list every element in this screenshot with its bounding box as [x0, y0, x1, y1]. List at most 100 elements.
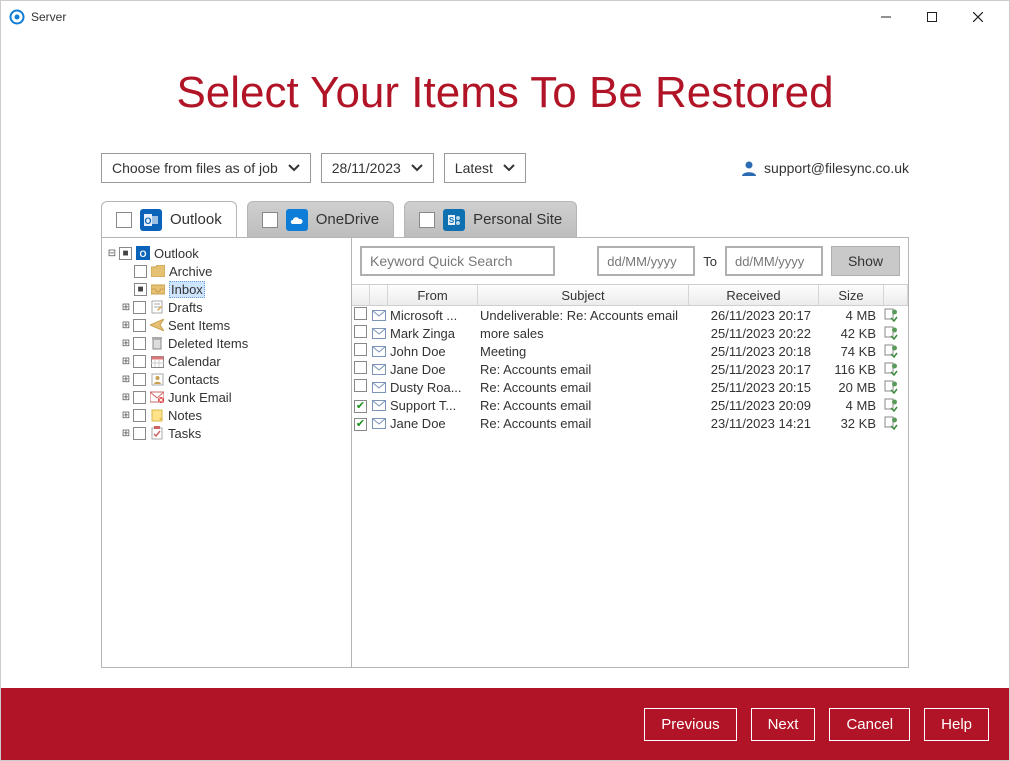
tree-root-outlook[interactable]: ⊟ ■ O Outlook: [106, 244, 347, 262]
tree-root-label: Outlook: [154, 246, 199, 261]
next-button[interactable]: Next: [751, 708, 816, 741]
row-checkbox[interactable]: [354, 307, 367, 320]
table-row[interactable]: Dusty Roa...Re: Accounts email25/11/2023…: [352, 378, 908, 396]
tree-checkbox[interactable]: [133, 427, 146, 440]
tree-item-label: Deleted Items: [168, 336, 248, 351]
tree-checkbox[interactable]: [133, 301, 146, 314]
row-checkbox[interactable]: [354, 379, 367, 392]
version-selector[interactable]: Latest: [444, 153, 526, 183]
tree-item-label: Notes: [168, 408, 202, 423]
tree-item-junk[interactable]: ⊞ Junk Email: [106, 388, 347, 406]
col-from[interactable]: From: [388, 285, 478, 305]
drafts-icon: [149, 299, 165, 315]
date-selector[interactable]: 28/11/2023: [321, 153, 434, 183]
tree-item-tasks[interactable]: ⊞ Tasks: [106, 424, 347, 442]
keyword-search-input[interactable]: Keyword Quick Search: [360, 246, 555, 276]
tree-item-label: Contacts: [168, 372, 219, 387]
tree-checkbox[interactable]: [133, 409, 146, 422]
col-received[interactable]: Received: [689, 285, 819, 305]
close-button[interactable]: [955, 1, 1001, 33]
table-row[interactable]: John DoeMeeting25/11/2023 20:1874 KB: [352, 342, 908, 360]
job-selector[interactable]: Choose from files as of job: [101, 153, 311, 183]
cell-from: John Doe: [388, 344, 478, 359]
tree-checkbox[interactable]: ■: [134, 283, 147, 296]
cell-size: 32 KB: [817, 416, 882, 431]
tree-checkbox[interactable]: [133, 337, 146, 350]
folder-tree[interactable]: ⊟ ■ O Outlook Archive ■ Inbox ⊞: [102, 238, 352, 667]
row-checkbox[interactable]: ✔: [354, 418, 367, 431]
tab-onedrive-checkbox[interactable]: [262, 212, 278, 228]
date-from-input[interactable]: dd/MM/yyyy: [597, 246, 695, 276]
minimize-button[interactable]: [863, 1, 909, 33]
row-checkbox[interactable]: [354, 325, 367, 338]
table-row[interactable]: Jane DoeRe: Accounts email25/11/2023 20:…: [352, 360, 908, 378]
row-checkbox[interactable]: [354, 343, 367, 356]
mail-icon: [372, 382, 386, 393]
tree-item-drafts[interactable]: ⊞ Drafts: [106, 298, 347, 316]
cell-subject: Re: Accounts email: [478, 416, 687, 431]
tree-checkbox[interactable]: [133, 373, 146, 386]
table-row[interactable]: ✔Support T...Re: Accounts email25/11/202…: [352, 396, 908, 414]
tree-checkbox[interactable]: [133, 391, 146, 404]
row-checkbox[interactable]: ✔: [354, 400, 367, 413]
tab-personal-site[interactable]: S Personal Site: [404, 201, 577, 237]
expand-icon[interactable]: ⊞: [120, 410, 132, 421]
restore-icon[interactable]: [884, 326, 904, 340]
expand-icon[interactable]: ⊞: [120, 320, 132, 331]
tree-checkbox[interactable]: [133, 319, 146, 332]
expand-icon[interactable]: ⊞: [120, 428, 132, 439]
expand-icon[interactable]: ⊞: [120, 374, 132, 385]
table-row[interactable]: ✔Jane DoeRe: Accounts email23/11/2023 14…: [352, 414, 908, 432]
maximize-button[interactable]: [909, 1, 955, 33]
tree-item-label: Tasks: [168, 426, 201, 441]
tree-item-archive[interactable]: Archive: [106, 262, 347, 280]
inbox-icon: [150, 281, 166, 297]
expand-icon[interactable]: ⊞: [120, 338, 132, 349]
tree-item-contacts[interactable]: ⊞ Contacts: [106, 370, 347, 388]
svg-text:S: S: [449, 216, 455, 225]
tree-checkbox[interactable]: [134, 265, 147, 278]
onedrive-icon: [286, 209, 308, 231]
tree-checkbox[interactable]: [133, 355, 146, 368]
cell-from: Support T...: [388, 398, 478, 413]
collapse-icon[interactable]: ⊟: [106, 248, 118, 259]
tab-personalsite-checkbox[interactable]: [419, 212, 435, 228]
tree-item-calendar[interactable]: ⊞ Calendar: [106, 352, 347, 370]
expand-icon[interactable]: ⊞: [120, 356, 132, 367]
expand-icon[interactable]: ⊞: [120, 302, 132, 313]
restore-icon[interactable]: [884, 380, 904, 394]
show-button[interactable]: Show: [831, 246, 900, 276]
row-checkbox[interactable]: [354, 361, 367, 374]
expand-icon[interactable]: ⊞: [120, 392, 132, 403]
cell-size: 4 MB: [817, 308, 882, 323]
tab-outlook-checkbox[interactable]: [116, 212, 132, 228]
tab-outlook[interactable]: O Outlook: [101, 201, 237, 237]
cell-size: 116 KB: [817, 362, 882, 377]
contacts-icon: [149, 371, 165, 387]
previous-button[interactable]: Previous: [644, 708, 736, 741]
table-row[interactable]: Mark Zingamore sales25/11/2023 20:2242 K…: [352, 324, 908, 342]
date-selector-label: 28/11/2023: [332, 160, 401, 176]
tab-onedrive[interactable]: OneDrive: [247, 201, 394, 237]
cancel-button[interactable]: Cancel: [829, 708, 910, 741]
tree-item-inbox[interactable]: ■ Inbox: [106, 280, 347, 298]
table-row[interactable]: Microsoft ...Undeliverable: Re: Accounts…: [352, 306, 908, 324]
tree-item-deleted[interactable]: ⊞ Deleted Items: [106, 334, 347, 352]
help-button[interactable]: Help: [924, 708, 989, 741]
restore-icon[interactable]: [884, 362, 904, 376]
col-size[interactable]: Size: [819, 285, 884, 305]
tree-item-notes[interactable]: ⊞ Notes: [106, 406, 347, 424]
restore-icon[interactable]: [884, 344, 904, 358]
restore-icon[interactable]: [884, 416, 904, 430]
cell-subject: Undeliverable: Re: Accounts email: [478, 308, 687, 323]
svg-text:O: O: [144, 216, 151, 226]
tree-item-sent[interactable]: ⊞ Sent Items: [106, 316, 347, 334]
cell-size: 42 KB: [817, 326, 882, 341]
tree-item-label: Inbox: [169, 281, 205, 298]
date-to-input[interactable]: dd/MM/yyyy: [725, 246, 823, 276]
tab-personalsite-label: Personal Site: [473, 211, 562, 228]
tree-checkbox[interactable]: ■: [119, 247, 132, 260]
restore-icon[interactable]: [884, 308, 904, 322]
restore-icon[interactable]: [884, 398, 904, 412]
col-subject[interactable]: Subject: [478, 285, 689, 305]
